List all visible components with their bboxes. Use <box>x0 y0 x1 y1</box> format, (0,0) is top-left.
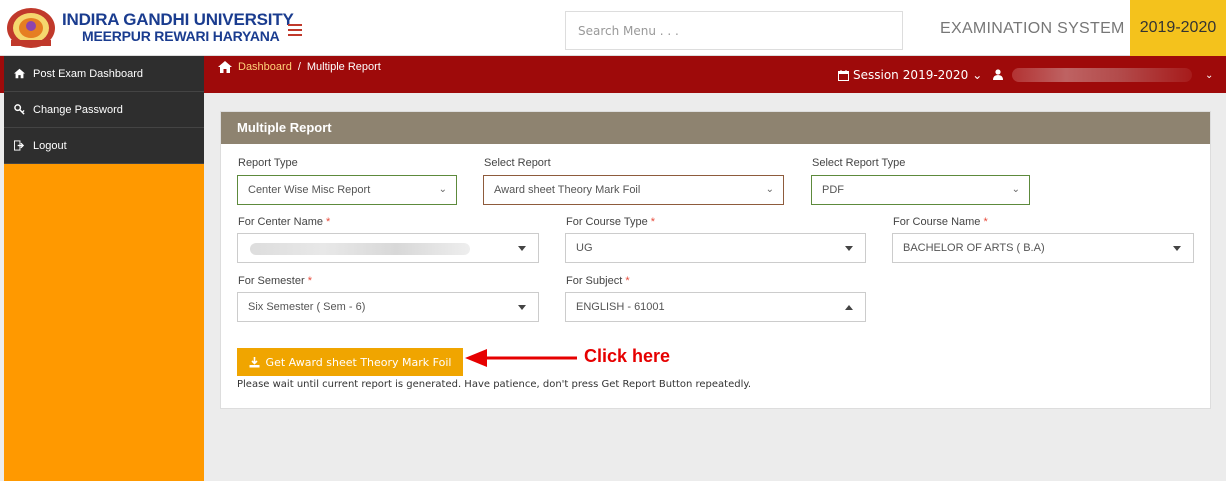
download-icon <box>249 356 260 367</box>
semester-label-text: For Semester <box>238 275 305 287</box>
chevron-down-icon: ⌄ <box>1011 184 1020 195</box>
chevron-down-icon: ⌄ <box>972 68 983 82</box>
subject-value: ENGLISH - 61001 <box>576 301 665 313</box>
session-label: Session <box>853 68 899 82</box>
sidebar: Post Exam Dashboard Change Password Logo… <box>4 56 204 481</box>
caret-down-icon <box>845 246 853 251</box>
semester-value: Six Semester ( Sem - 6) <box>248 301 366 313</box>
center-name-label-text: For Center Name <box>238 216 323 228</box>
sidebar-item-label: Post Exam Dashboard <box>33 67 144 80</box>
course-type-label: For Course Type * <box>566 216 655 228</box>
breadcrumb-current: Multiple Report <box>306 61 381 73</box>
sidebar-item-change-password[interactable]: Change Password <box>4 92 204 128</box>
click-here-annotation: Click here <box>584 346 671 366</box>
wait-note: Please wait until current report is gene… <box>237 379 752 390</box>
required-mark: * <box>983 216 988 228</box>
university-name-line1: INDIRA GANDHI UNIVERSITY <box>62 10 294 29</box>
semester-select[interactable]: Six Semester ( Sem - 6) <box>237 292 539 322</box>
sidebar-item-label: Logout <box>33 139 67 152</box>
course-type-label-text: For Course Type <box>566 216 648 228</box>
report-type-select[interactable]: Center Wise Misc Report ⌄ <box>237 175 457 205</box>
course-name-value: BACHELOR OF ARTS ( B.A) <box>903 242 1045 254</box>
caret-down-icon <box>1173 246 1181 251</box>
select-report-select[interactable]: Award sheet Theory Mark Foil ⌄ <box>483 175 784 205</box>
report-type-value: Center Wise Misc Report <box>248 184 371 196</box>
select-report-label: Select Report <box>484 157 551 169</box>
report-type-label: Report Type <box>238 157 298 169</box>
course-type-select[interactable]: UG <box>565 233 866 263</box>
sidebar-item-label: Change Password <box>33 103 123 116</box>
menu-toggle-icon[interactable] <box>288 24 302 36</box>
subject-label: For Subject * <box>566 275 630 287</box>
chevron-down-icon: ⌄ <box>765 184 774 195</box>
session-selector[interactable]: Session 2019-2020 ⌄ <box>838 68 982 82</box>
breadcrumb-separator: / <box>297 61 301 73</box>
required-mark: * <box>650 216 656 228</box>
course-name-label-text: For Course Name <box>893 216 981 228</box>
university-logo <box>7 8 55 48</box>
subject-label-text: For Subject <box>566 275 623 287</box>
university-name: INDIRA GANDHI UNIVERSITY MEERPUR REWARI … <box>62 10 294 44</box>
caret-up-icon <box>845 305 853 310</box>
header: INDIRA GANDHI UNIVERSITY MEERPUR REWARI … <box>0 0 1226 56</box>
logout-icon <box>14 140 25 151</box>
semester-label: For Semester * <box>238 275 312 287</box>
breadcrumb: Dashboard / Multiple Report <box>218 61 381 73</box>
chevron-down-icon: ⌄ <box>438 184 447 195</box>
session-value: 2019-2020 <box>902 68 969 82</box>
university-name-line2: MEERPUR REWARI HARYANA <box>82 28 280 44</box>
user-icon[interactable] <box>993 69 1003 80</box>
system-title: EXAMINATION SYSTEM <box>940 20 1125 37</box>
course-name-label: For Course Name * <box>893 216 988 228</box>
sidebar-item-post-exam-dashboard[interactable]: Post Exam Dashboard <box>4 56 204 92</box>
get-report-button-label: Get Award sheet Theory Mark Foil <box>265 355 452 369</box>
required-mark: * <box>326 216 331 228</box>
key-icon <box>14 104 25 115</box>
caret-down-icon <box>518 246 526 251</box>
course-type-value: UG <box>576 242 593 254</box>
sidebar-menu: Post Exam Dashboard Change Password Logo… <box>4 56 204 164</box>
calendar-icon <box>838 69 849 81</box>
chevron-down-icon[interactable]: ⌄ <box>1205 70 1213 81</box>
subject-select[interactable]: ENGLISH - 61001 <box>565 292 866 322</box>
sidebar-item-logout[interactable]: Logout <box>4 128 204 164</box>
required-mark: * <box>625 275 630 287</box>
select-report-type-value: PDF <box>822 184 844 196</box>
center-name-label: For Center Name * <box>238 216 330 228</box>
select-report-type-select[interactable]: PDF ⌄ <box>811 175 1030 205</box>
year-badge: 2019-2020 <box>1130 0 1226 56</box>
home-icon <box>14 68 25 79</box>
user-name-redacted[interactable] <box>1012 68 1192 82</box>
caret-down-icon <box>518 305 526 310</box>
search-input[interactable] <box>565 11 903 50</box>
home-icon <box>218 61 232 73</box>
center-name-redacted <box>250 243 470 255</box>
required-mark: * <box>307 275 312 287</box>
course-name-select[interactable]: BACHELOR OF ARTS ( B.A) <box>892 233 1194 263</box>
breadcrumb-dashboard-link[interactable]: Dashboard <box>238 61 292 73</box>
center-name-select[interactable] <box>237 233 539 263</box>
get-report-button[interactable]: Get Award sheet Theory Mark Foil <box>237 348 463 376</box>
select-report-type-label: Select Report Type <box>812 157 906 169</box>
annotation-arrow <box>465 349 577 367</box>
panel-title: Multiple Report <box>221 112 1210 144</box>
select-report-value: Award sheet Theory Mark Foil <box>494 184 641 196</box>
